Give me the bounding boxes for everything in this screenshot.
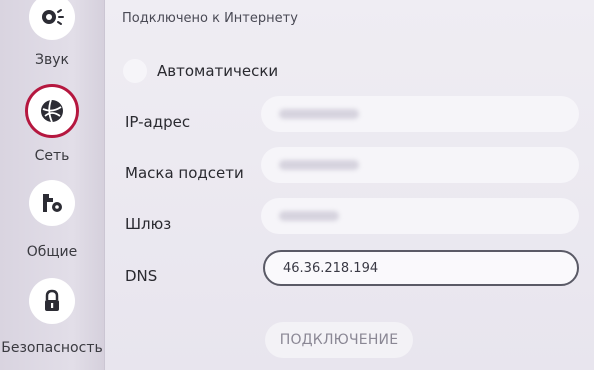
connection-status: Подключено к Интернету [122, 11, 298, 26]
auto-radio-button[interactable] [123, 59, 147, 83]
network-globe-icon [41, 99, 63, 123]
general-icon-circle [29, 180, 75, 226]
security-icon-circle [29, 278, 75, 324]
sidebar-item-network[interactable]: Сеть [0, 84, 104, 170]
sidebar-item-general[interactable]: Общие [0, 180, 104, 266]
auto-radio-option[interactable]: Автоматически [123, 58, 278, 84]
blurred-value [279, 160, 359, 170]
sidebar-item-security[interactable]: Безопасность [0, 278, 104, 370]
sidebar-item-sound[interactable]: Звук [0, 0, 104, 78]
dns-label: DNS [125, 267, 158, 285]
tools-icon [43, 194, 62, 212]
lock-icon [45, 289, 59, 311]
ip-label: IP-адрес [125, 113, 191, 131]
subnet-mask-field[interactable] [261, 147, 579, 183]
sidebar-item-label: Безопасность [1, 340, 103, 356]
mask-label: Маска подсети [125, 164, 244, 182]
auto-radio-label: Автоматически [157, 62, 279, 80]
network-icon-circle [25, 84, 79, 138]
gateway-label: Шлюз [125, 215, 172, 233]
network-settings-panel: Подключено к Интернету Автоматически IP-… [105, 0, 594, 370]
settings-sidebar: Звук Сеть Общие Безопасность [0, 0, 105, 370]
blurred-value [279, 211, 339, 221]
connect-button[interactable]: ПОДКЛЮЧЕНИЕ [265, 322, 413, 358]
dns-field[interactable]: 46.36.218.194 [263, 250, 579, 286]
sidebar-item-label: Сеть [34, 148, 70, 164]
sidebar-item-label: Звук [35, 52, 69, 68]
gateway-field[interactable] [261, 198, 579, 234]
sound-icon-circle [29, 0, 75, 40]
blurred-value [279, 109, 359, 119]
ip-field[interactable] [261, 96, 579, 132]
dns-value: 46.36.218.194 [283, 260, 379, 276]
sidebar-item-label: Общие [26, 244, 78, 260]
sound-icon [42, 9, 64, 25]
